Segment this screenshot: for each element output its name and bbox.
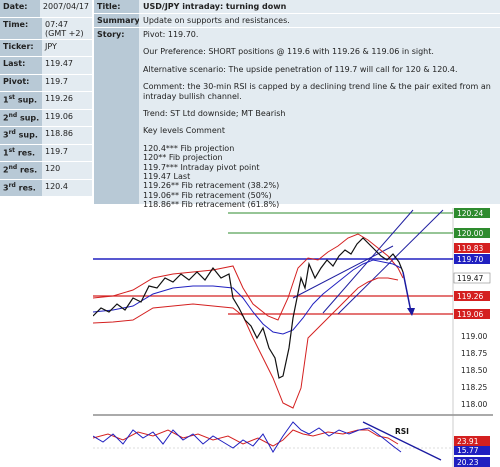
article-summary: Update on supports and resistances.: [139, 14, 500, 27]
story-line: Our Preference: SHORT positions @ 119.6 …: [143, 47, 434, 57]
rsi-tag-15-77: 15.77: [454, 446, 490, 455]
support-2-value: 119.06: [42, 109, 92, 126]
story-label: Story:: [94, 28, 139, 204]
support-1-label: 1st sup.: [0, 92, 42, 109]
rsi-tag-text: 15.77: [457, 446, 479, 455]
story-line: 119.26** Fib retracement (38.2%): [143, 181, 280, 191]
story-line: 119.7*** Intraday pivot point: [143, 162, 260, 172]
article-story: Pivot: 119.70. Our Preference: SHORT pos…: [139, 28, 500, 209]
rsi-tag-20-23: 20.23: [454, 457, 490, 467]
price-tick: 118.75: [461, 349, 487, 358]
resistance-1-label: 1st res.: [0, 144, 42, 161]
level-tag-text: 119.83: [457, 244, 483, 253]
level-tag-text: 119.26: [457, 292, 483, 301]
rsi-tag-text: 20.23: [457, 458, 479, 467]
story-line: Trend: ST Ltd downside; MT Bearish: [143, 108, 286, 118]
support-3-label: 3rd sup.: [0, 127, 42, 144]
level-tag-text: 120.24: [457, 209, 483, 218]
title-label: Title:: [94, 0, 139, 13]
level-tag-120-24: 120.24: [454, 208, 490, 218]
date-label: Date:: [0, 0, 40, 17]
resistance-1-word: res.: [15, 148, 35, 158]
support-2-word: sup.: [17, 113, 40, 123]
support-1-word: sup.: [15, 95, 38, 105]
resistance-2-label: 2nd res.: [0, 162, 42, 179]
story-line: 120** Fib projection: [143, 153, 223, 163]
price-tick: 119.00: [461, 332, 487, 341]
level-tag-120-00: 120.00: [454, 228, 490, 238]
level-tag-text: 119.70: [457, 255, 483, 264]
story-line: intraday bullish channel.: [143, 91, 242, 101]
level-tag-text: 119.06: [457, 310, 483, 319]
ticker-label: Ticker:: [0, 39, 42, 56]
date-value: 2007/04/17: [39, 0, 92, 17]
level-tag-text: 120.00: [457, 229, 483, 238]
chart-svg: 119.00 118.75 118.50 118.25 118.00 120.2…: [92, 208, 493, 467]
resistance-2-value: 120: [42, 162, 92, 179]
level-tag-text: 119.47: [457, 274, 483, 283]
story-line: 119.47 Last: [143, 171, 191, 181]
time-label: Time:: [0, 17, 42, 39]
story-line: Pivot: 119.70.: [143, 30, 199, 39]
support-2-suffix: nd: [8, 111, 18, 119]
price-tick: 118.25: [461, 383, 487, 392]
story-line: Alternative scenario: The upside penetra…: [143, 64, 458, 74]
pivot-label: Pivot:: [0, 74, 42, 91]
price-tick: 118.50: [461, 366, 487, 375]
article-title: USD/JPY intraday: turning down: [139, 0, 500, 13]
story-line: 120.4*** Fib projection: [143, 143, 235, 153]
support-1-value: 119.26: [42, 92, 92, 109]
level-tag-119-70: 119.70: [454, 254, 490, 264]
rsi-tag-23-91: 23.91: [454, 436, 490, 446]
support-3-suffix: rd: [8, 129, 16, 136]
rsi-label: RSI: [395, 427, 409, 436]
price-chart: 119.00 118.75 118.50 118.25 118.00 120.2…: [92, 208, 493, 467]
article-table: Title: USD/JPY intraday: turning down Su…: [94, 0, 500, 209]
level-tag-119-06: 119.06: [454, 309, 490, 319]
pivot-value: 119.7: [42, 74, 92, 91]
resistance-3-word: res.: [15, 183, 36, 193]
resistance-2-word: res.: [17, 165, 38, 175]
last-value: 119.47: [42, 57, 92, 74]
resistance-3-suffix: rd: [8, 181, 16, 189]
resistance-1-value: 119.7: [42, 144, 92, 161]
time-value: 07:47 (GMT +2): [42, 17, 92, 39]
price-tick: 118.00: [461, 400, 487, 409]
rsi-tag-text: 23.91: [457, 437, 479, 446]
story-line: Comment: the 30-min RSI is capped by a d…: [143, 82, 491, 92]
ticker-value: JPY: [42, 39, 92, 56]
support-2-label: 2nd sup.: [0, 109, 42, 126]
story-line: 119.06** Fib retracement (50%): [143, 190, 272, 200]
level-tag-119-47: 119.47: [453, 272, 491, 284]
quote-info-table: Date: 2007/04/17 Time: 07:47 (GMT +2) Tick…: [0, 0, 92, 197]
resistance-3-value: 120.4: [42, 179, 92, 196]
resistance-2-suffix: nd: [8, 164, 18, 171]
support-3-word: sup.: [15, 130, 38, 140]
support-3-value: 118.86: [42, 127, 92, 144]
level-tag-119-83: 119.83: [454, 243, 490, 253]
summary-label: Summary:: [94, 14, 143, 27]
resistance-3-label: 3rd res.: [0, 179, 42, 196]
level-tag-119-26: 119.26: [454, 291, 490, 301]
story-line: Key levels Comment: [143, 126, 225, 136]
last-label: Last:: [0, 57, 42, 74]
